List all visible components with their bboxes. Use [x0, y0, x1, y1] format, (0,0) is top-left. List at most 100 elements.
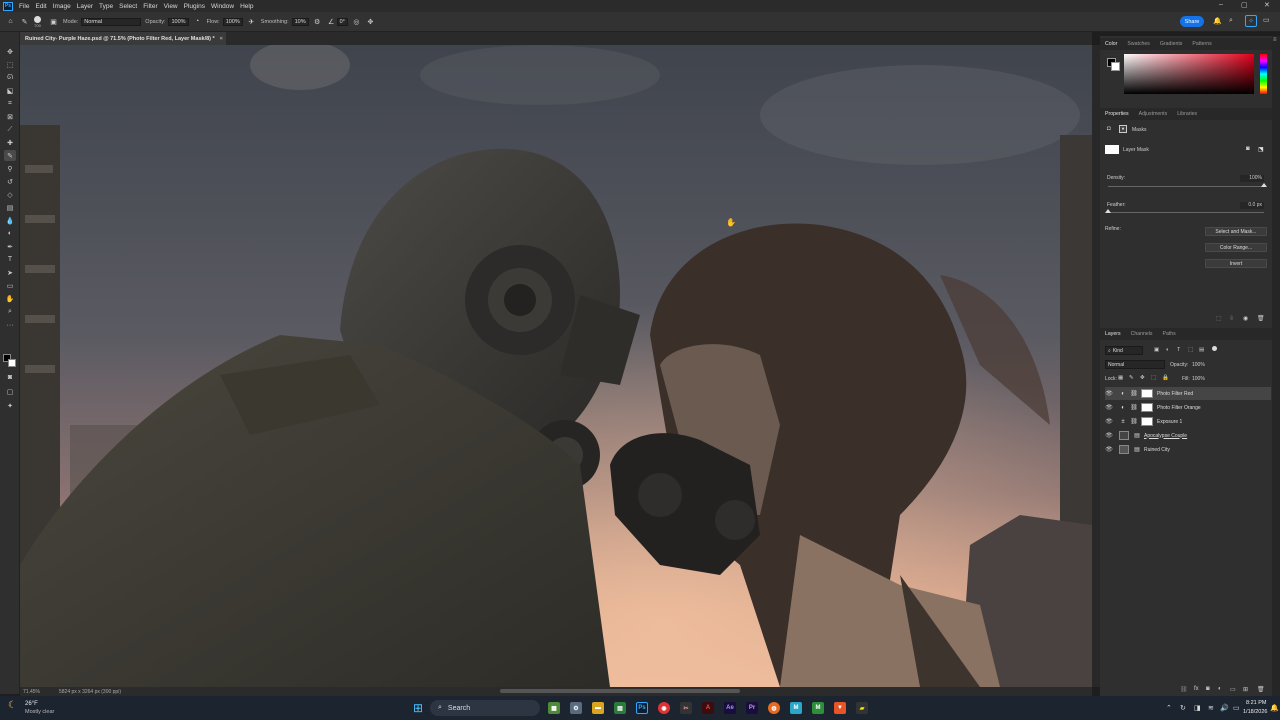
menu-type[interactable]: Type	[99, 3, 113, 10]
menu-layer[interactable]: Layer	[77, 3, 93, 10]
healing-brush-tool-icon[interactable]: ✚	[4, 137, 16, 148]
link-layers-icon[interactable]: ⛓	[1180, 686, 1188, 693]
tab-patterns[interactable]: Patterns	[1187, 41, 1216, 47]
brush-tool-active-icon[interactable]: ✎	[4, 150, 16, 161]
pen-tool-icon[interactable]: ✒	[4, 241, 16, 252]
home-icon[interactable]: ⌂	[6, 17, 15, 26]
layer-mask-thumbnail[interactable]	[1141, 403, 1153, 412]
airbrush-icon[interactable]: ✈	[247, 17, 256, 26]
tab-layers[interactable]: Layers	[1100, 331, 1126, 337]
document-canvas[interactable]: ✋	[20, 45, 1092, 687]
settings-gear-icon[interactable]: ⚙	[570, 702, 582, 714]
weather-icon[interactable]: ☾	[8, 700, 17, 711]
minimize-icon[interactable]: –	[1219, 1, 1223, 8]
layer-mask-thumbnail[interactable]	[1141, 389, 1153, 398]
visibility-eye-icon[interactable]: 👁	[1105, 432, 1113, 439]
lock-position-icon[interactable]: ✥	[1140, 375, 1145, 381]
select-pixel-mask-icon[interactable]: ◙	[1246, 146, 1250, 152]
new-layer-icon[interactable]: ⊞	[1243, 686, 1248, 693]
tray-app-icon[interactable]: ◨	[1194, 704, 1201, 712]
tab-gradients[interactable]: Gradients	[1155, 41, 1188, 47]
visibility-eye-icon[interactable]: 👁	[1105, 446, 1113, 453]
select-and-mask-button[interactable]: Select and Mask...	[1205, 227, 1267, 236]
brush-tool-icon[interactable]: ✎	[20, 17, 29, 26]
taskbar-app-icon[interactable]: ▦	[548, 702, 560, 714]
menu-file[interactable]: File	[19, 3, 29, 10]
close-tab-icon[interactable]: ×	[220, 36, 223, 42]
after-effects-taskbar-icon[interactable]: Ae	[724, 702, 736, 714]
delete-mask-icon[interactable]: 🗑	[1257, 315, 1265, 322]
menu-plugins[interactable]: Plugins	[184, 3, 205, 10]
zoom-tool-icon[interactable]: ⌕	[4, 306, 16, 317]
add-mask-icon[interactable]: ◙	[1206, 686, 1210, 692]
new-group-icon[interactable]: ▭	[1230, 686, 1236, 693]
layer-name[interactable]: Ruined City	[1144, 447, 1170, 453]
tab-properties[interactable]: Properties	[1100, 111, 1134, 117]
sticky-notes-icon[interactable]: ▰	[856, 702, 868, 714]
object-selection-tool-icon[interactable]: ⬕	[4, 85, 16, 96]
layer-row[interactable]: 👁 ◐ ⛓ Photo Filter Orange	[1105, 401, 1271, 414]
clock-time[interactable]: 8:21 PM	[1246, 700, 1266, 706]
lock-image-icon[interactable]: ✎	[1129, 375, 1134, 381]
gradient-tool-icon[interactable]: ▤	[4, 202, 16, 213]
firefox-taskbar-icon[interactable]: ◍	[768, 702, 780, 714]
color-picker-field[interactable]	[1124, 54, 1254, 94]
visibility-eye-icon[interactable]: 👁	[1105, 404, 1113, 411]
layer-row[interactable]: 👁 ▤ Apocalypse Couple	[1105, 429, 1271, 442]
eraser-tool-icon[interactable]: ◇	[4, 189, 16, 200]
pressure-opacity-icon[interactable]: ◔	[193, 17, 202, 26]
weather-temperature[interactable]: 26°F	[25, 701, 38, 707]
file-explorer-icon[interactable]: ▬	[592, 702, 604, 714]
background-color-swatch[interactable]	[8, 359, 16, 367]
workspace-icon[interactable]: ▭	[1263, 16, 1270, 24]
lasso-tool-icon[interactable]: ᘏ	[4, 72, 16, 83]
generative-fill-icon[interactable]: ✦	[4, 400, 16, 411]
menu-edit[interactable]: Edit	[35, 3, 46, 10]
layer-filter-kind[interactable]: ⌕ Kind	[1105, 346, 1143, 355]
menu-select[interactable]: Select	[119, 3, 137, 10]
density-slider-thumb[interactable]	[1261, 183, 1267, 187]
tab-adjustments[interactable]: Adjustments	[1134, 111, 1173, 117]
close-icon[interactable]: ✕	[1264, 1, 1270, 9]
notifications-icon[interactable]: 🔔	[1213, 17, 1222, 25]
brush-preset-picker[interactable]: 700	[34, 15, 41, 28]
search-icon[interactable]: ⌕	[1229, 17, 1233, 25]
feather-field[interactable]: 0.0 px	[1240, 202, 1264, 209]
filter-smart-object-icon[interactable]: ▤	[1199, 347, 1204, 353]
history-brush-tool-icon[interactable]: ↺	[4, 176, 16, 187]
density-slider-track[interactable]	[1108, 186, 1264, 187]
tab-swatches[interactable]: Swatches	[1122, 41, 1155, 47]
clock-date[interactable]: 1/18/2026	[1243, 709, 1267, 715]
marquee-tool-icon[interactable]: ⬚	[4, 59, 16, 70]
layer-opacity-field[interactable]: 100%	[1192, 362, 1205, 368]
messenger-taskbar-icon[interactable]: M	[790, 702, 802, 714]
clone-stamp-tool-icon[interactable]: ⚲	[4, 163, 16, 174]
brush-settings-icon[interactable]: ▣	[49, 17, 58, 26]
lock-all-icon[interactable]: 🔒	[1162, 375, 1169, 381]
browser-taskbar-icon[interactable]: ◉	[658, 702, 670, 714]
blend-mode-select[interactable]: Normal	[1105, 360, 1165, 369]
zoom-level[interactable]: 71.45%	[23, 689, 47, 695]
volume-icon[interactable]: 🔊	[1220, 704, 1229, 712]
visibility-eye-icon[interactable]: 👁	[1105, 418, 1113, 425]
smoothing-gear-icon[interactable]: ⚙	[313, 17, 322, 26]
tab-paths[interactable]: Paths	[1158, 331, 1181, 337]
battery-icon[interactable]: ▭	[1233, 704, 1240, 712]
menu-view[interactable]: View	[164, 3, 178, 10]
layer-name[interactable]: Apocalypse Couple	[1144, 433, 1187, 439]
layer-row[interactable]: 👁 ◐ ⛓ Photo Filter Red	[1105, 387, 1271, 400]
add-layer-style-icon[interactable]: fx	[1194, 686, 1199, 692]
hue-slider[interactable]	[1260, 54, 1267, 94]
smoothing-field[interactable]: 10%	[291, 17, 309, 26]
filter-type-icon[interactable]: T	[1177, 347, 1180, 353]
discover-icon[interactable]: ✧	[1245, 15, 1257, 27]
new-adjustment-layer-icon[interactable]: ◐	[1218, 686, 1222, 692]
windows-start-icon[interactable]: ⊞	[413, 701, 423, 715]
edit-toolbar-icon[interactable]: ···	[4, 320, 16, 331]
pressure-size-icon[interactable]: ◎	[352, 17, 361, 26]
brave-taskbar-icon[interactable]: ▼	[834, 702, 846, 714]
wifi-icon[interactable]: ≋	[1208, 704, 1214, 712]
delete-layer-icon[interactable]: 🗑	[1257, 686, 1265, 693]
maps-taskbar-icon[interactable]: M	[812, 702, 824, 714]
add-vector-mask-icon[interactable]: ⬔	[1258, 146, 1264, 153]
